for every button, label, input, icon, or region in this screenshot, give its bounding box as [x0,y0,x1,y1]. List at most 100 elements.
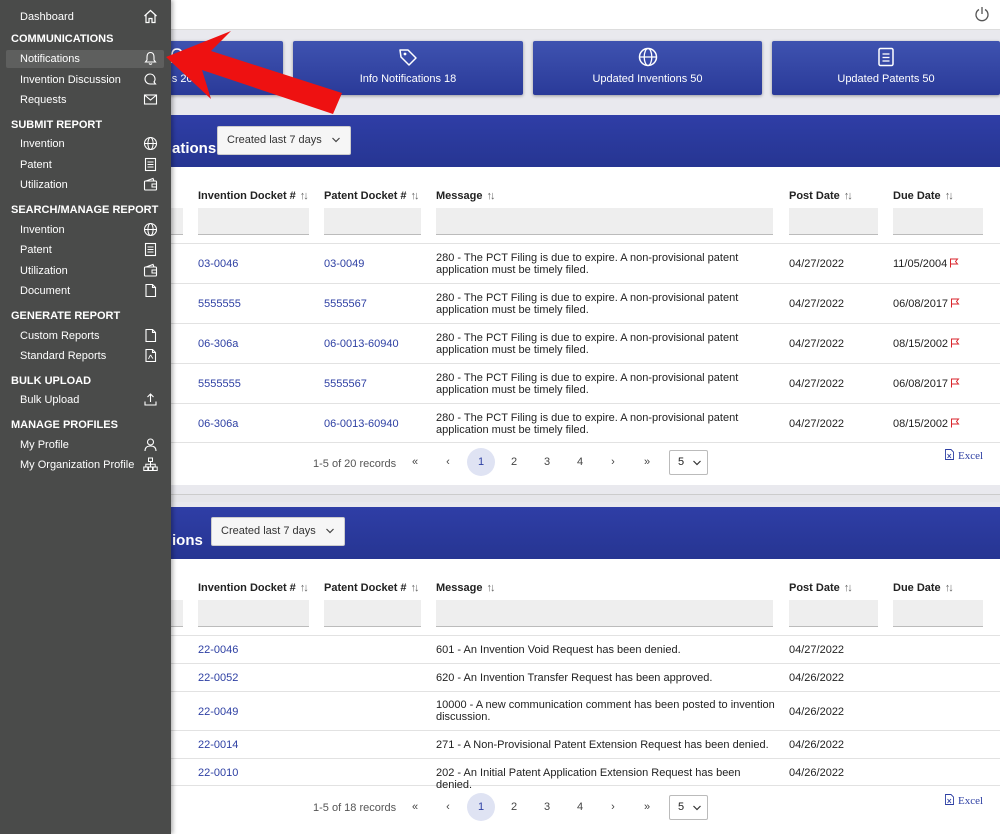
message-filter-input[interactable] [436,600,773,627]
sort-icon[interactable]: ↑↓ [486,582,495,594]
invention-docket-link[interactable]: 22-0049 [198,706,238,718]
table-row[interactable]: 22-0014 271 - A Non-Provisional Patent E… [170,730,1000,758]
page-size-select[interactable]: 5 [669,795,708,820]
sidebar-item-standard-reports[interactable]: Standard Reports [6,347,164,365]
table-row[interactable]: 22-0010 202 - An Initial Patent Applicat… [170,758,1000,791]
next-page-button[interactable]: › [599,448,627,476]
sidebar-item-submit-utilization[interactable]: Utilization [6,176,164,194]
sidebar-item-search-utilization[interactable]: Utilization [6,262,164,280]
page-2-button[interactable]: 2 [500,793,528,821]
sort-icon[interactable]: ↑↓ [411,190,420,202]
excel-export-link[interactable]: Excel [945,794,983,807]
patent-docket-link[interactable]: 06-0013-60940 [324,338,399,350]
table-row[interactable]: 06-306a 06-0013-60940 280 - The PCT Fili… [170,323,1000,363]
sidebar-item-submit-patent[interactable]: Patent [6,156,164,174]
sidebar-item-submit-invention[interactable]: Invention [6,135,164,153]
last-page-button[interactable]: » [633,448,661,476]
card-info-notifications[interactable]: Info Notifications 18 [293,41,523,95]
invention-docket-link[interactable]: 22-0010 [198,767,238,779]
invention-docket-link[interactable]: 03-0046 [198,258,238,270]
filter-input[interactable] [170,208,183,235]
patent-filter-input[interactable] [324,600,421,627]
org-chart-icon [143,457,158,471]
page-size-select[interactable]: 5 [669,450,708,475]
sort-icon[interactable]: ↑↓ [300,582,309,594]
due-date-filter-input[interactable] [893,600,983,627]
sidebar-item-custom-reports[interactable]: Custom Reports [6,327,164,345]
post-date-filter-input[interactable] [789,208,878,235]
sidebar-item-search-invention[interactable]: Invention [6,221,164,239]
first-page-button[interactable]: « [401,448,429,476]
patent-docket-link[interactable]: 03-0049 [324,258,364,270]
invention-docket-link[interactable]: 06-306a [198,338,238,350]
power-icon[interactable] [974,6,990,22]
sidebar-item-search-document[interactable]: Document [6,282,164,300]
patent-docket-link[interactable]: 5555567 [324,378,367,390]
patent-docket-link[interactable]: 5555567 [324,298,367,310]
sidebar-item-bulk-upload[interactable]: Bulk Upload [6,391,164,409]
invention-docket-link[interactable]: 22-0014 [198,739,238,751]
col-invention-docket[interactable]: Invention Docket # ↑↓ [198,190,309,202]
table-row[interactable]: 06-306a 06-0013-60940 280 - The PCT Fili… [170,403,1000,443]
date-filter-dropdown[interactable]: Created last 7 days [211,517,345,546]
sort-icon[interactable]: ↑↓ [300,190,309,202]
col-message[interactable]: Message ↑↓ [436,190,495,202]
sort-icon[interactable]: ↑↓ [844,190,853,202]
prev-page-button[interactable]: ‹ [434,793,462,821]
card-updated-patents[interactable]: Updated Patents 50 [772,41,1000,95]
col-post-date[interactable]: Post Date ↑↓ [789,582,853,594]
invention-docket-link[interactable]: 22-0052 [198,672,238,684]
sidebar-item-requests[interactable]: Requests [6,91,164,109]
next-page-button[interactable]: › [599,793,627,821]
page-2-button[interactable]: 2 [500,448,528,476]
sidebar-item-search-patent[interactable]: Patent [6,241,164,259]
invention-filter-input[interactable] [198,600,309,627]
sort-icon[interactable]: ↑↓ [844,582,853,594]
card-updated-inventions[interactable]: Updated Inventions 50 [533,41,762,95]
sidebar-item-dashboard[interactable]: Dashboard [6,8,164,26]
col-patent-docket[interactable]: Patent Docket # ↑↓ [324,190,420,202]
page-3-button[interactable]: 3 [533,448,561,476]
invention-docket-link[interactable]: 06-306a [198,418,238,430]
due-date-filter-input[interactable] [893,208,983,235]
patent-docket-link[interactable]: 06-0013-60940 [324,418,399,430]
invention-filter-input[interactable] [198,208,309,235]
col-patent-docket[interactable]: Patent Docket # ↑↓ [324,582,420,594]
sort-icon[interactable]: ↑↓ [411,582,420,594]
col-due-date[interactable]: Due Date ↑↓ [893,190,954,202]
col-post-date[interactable]: Post Date ↑↓ [789,190,853,202]
message-filter-input[interactable] [436,208,773,235]
sidebar-item-notifications[interactable]: Notifications [6,50,164,68]
invention-docket-link[interactable]: 5555555 [198,298,241,310]
invention-docket-link[interactable]: 22-0046 [198,644,238,656]
page-3-button[interactable]: 3 [533,793,561,821]
sidebar-item-my-profile[interactable]: My Profile [6,436,164,454]
prev-page-button[interactable]: ‹ [434,448,462,476]
filter-input[interactable] [170,600,183,627]
table-row[interactable]: 03-0046 03-0049 280 - The PCT Filing is … [170,243,1000,283]
page-1-button[interactable]: 1 [467,448,495,476]
sort-icon[interactable]: ↑↓ [945,190,954,202]
table-row[interactable]: 5555555 5555567 280 - The PCT Filing is … [170,363,1000,403]
sidebar-item-my-organization-profile[interactable]: My Organization Profile [6,456,164,474]
first-page-button[interactable]: « [401,793,429,821]
excel-export-link[interactable]: Excel [945,449,983,462]
table-row[interactable]: 5555555 5555567 280 - The PCT Filing is … [170,283,1000,323]
sidebar-item-invention-discussion[interactable]: Invention Discussion [6,71,164,89]
patent-filter-input[interactable] [324,208,421,235]
col-due-date[interactable]: Due Date ↑↓ [893,582,954,594]
table-row[interactable]: 22-0049 10000 - A new communication comm… [170,691,1000,730]
col-invention-docket[interactable]: Invention Docket # ↑↓ [198,582,309,594]
date-filter-dropdown[interactable]: Created last 7 days [217,126,351,155]
page-4-button[interactable]: 4 [566,793,594,821]
page-4-button[interactable]: 4 [566,448,594,476]
page-1-button[interactable]: 1 [467,793,495,821]
invention-docket-link[interactable]: 5555555 [198,378,241,390]
col-message[interactable]: Message ↑↓ [436,582,495,594]
table-row[interactable]: 22-0052 620 - An Invention Transfer Requ… [170,663,1000,691]
last-page-button[interactable]: » [633,793,661,821]
post-date-filter-input[interactable] [789,600,878,627]
table-row[interactable]: 22-0046 601 - An Invention Void Request … [170,635,1000,663]
sort-icon[interactable]: ↑↓ [486,190,495,202]
sort-icon[interactable]: ↑↓ [945,582,954,594]
